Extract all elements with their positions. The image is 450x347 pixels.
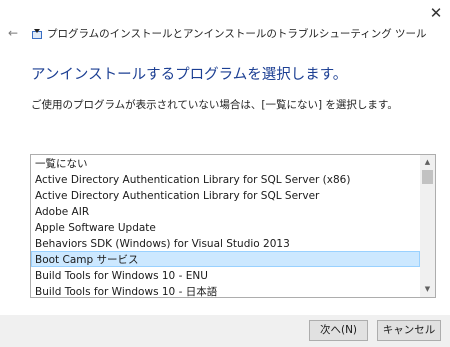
page-heading: アンインストールするプログラムを選択します。 [31, 67, 348, 83]
scrollbar-thumb[interactable] [422, 170, 433, 184]
program-list-item[interactable]: Build Tools for Windows 10 - 日本語 [31, 283, 420, 297]
next-button[interactable]: 次へ(N) [309, 320, 368, 341]
scroll-up-arrow-icon[interactable]: ▲ [420, 155, 435, 170]
program-listbox[interactable]: 一覧にない Active Directory Authentication Lib… [30, 154, 436, 298]
back-arrow-icon[interactable]: ← [6, 26, 20, 40]
troubleshooter-app-icon [32, 29, 42, 39]
scroll-down-arrow-icon[interactable]: ▼ [420, 282, 435, 297]
window-title: プログラムのインストールとアンインストールのトラブルシューティング ツール [47, 28, 427, 40]
program-list-items: 一覧にない Active Directory Authentication Lib… [31, 155, 420, 297]
wizard-page: ← ✕ プログラムのインストールとアンインストールのトラブルシューティング ツー… [0, 0, 450, 315]
program-list-item[interactable]: Build Tools for Windows 10 - ENU [31, 267, 420, 283]
program-list-item[interactable]: Apple Software Update [31, 219, 420, 235]
program-list-item[interactable]: Active Directory Authentication Library … [31, 171, 420, 187]
program-list-item[interactable]: Behaviors SDK (Windows) for Visual Studi… [31, 235, 420, 251]
program-list-item[interactable]: Active Directory Authentication Library … [31, 187, 420, 203]
program-list-item[interactable]: Boot Camp サービス [31, 251, 420, 267]
program-list-item[interactable]: Adobe AIR [31, 203, 420, 219]
instruction-text: ご使用のプログラムが表示されていない場合は、[一覧にない] を選択します。 [31, 99, 398, 111]
close-icon[interactable]: ✕ [426, 4, 446, 22]
vertical-scrollbar[interactable]: ▲ ▼ [420, 155, 435, 297]
cancel-button[interactable]: キャンセル [377, 320, 441, 341]
program-list-item[interactable]: 一覧にない [31, 155, 420, 171]
